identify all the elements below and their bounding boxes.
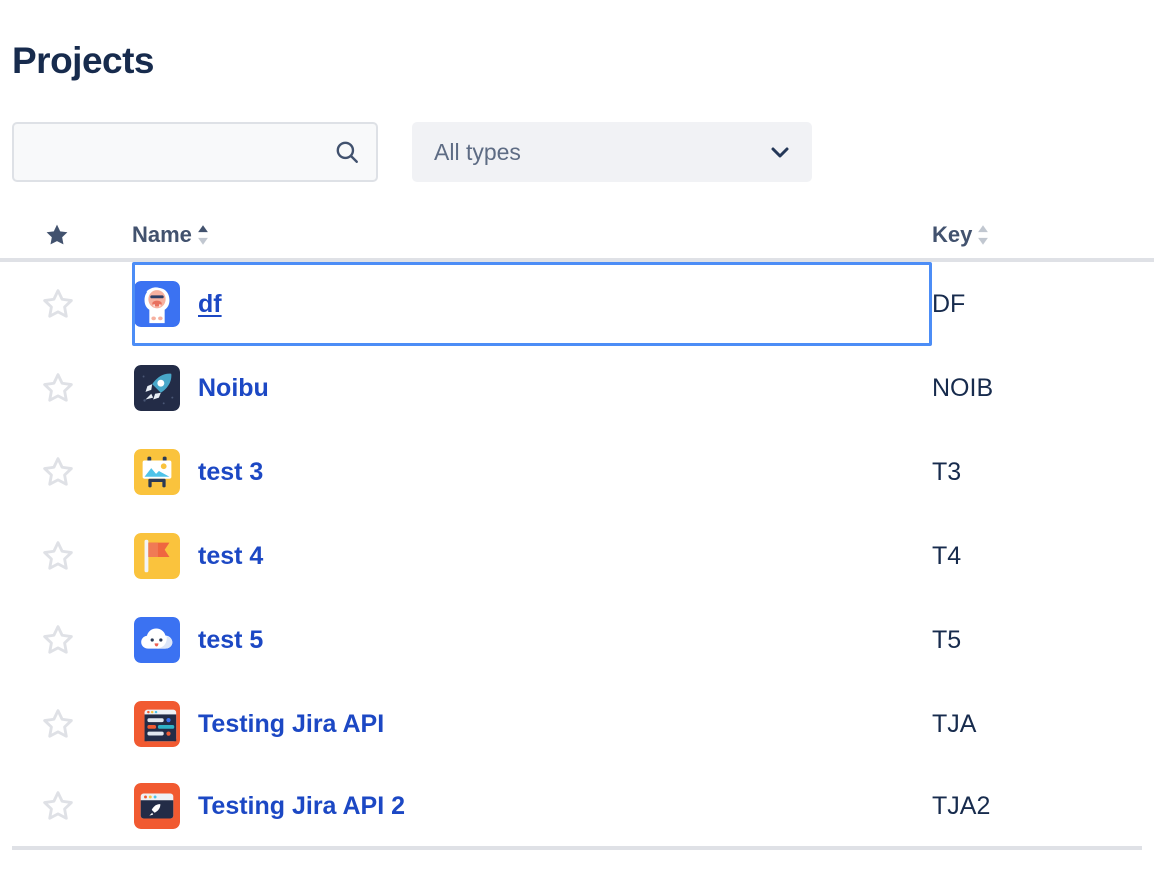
row-star-cell — [12, 454, 132, 490]
star-outline-icon — [40, 622, 76, 658]
column-header-star[interactable] — [12, 222, 132, 248]
column-header-key-label: Key — [932, 222, 972, 248]
column-header-name[interactable]: Name — [132, 222, 932, 248]
row-key-cell: NOIB — [932, 374, 1142, 403]
rocket-avatar-icon — [134, 365, 180, 411]
yeti-avatar-icon — [134, 281, 180, 327]
row-star-cell — [12, 370, 132, 406]
project-name-link[interactable]: Testing Jira API 2 — [198, 792, 405, 821]
filters-bar: All types — [12, 122, 812, 182]
table-row[interactable]: test 3 T3 — [12, 430, 1142, 514]
sort-arrows-icon — [976, 224, 990, 246]
red-flag-avatar-icon — [134, 533, 180, 579]
star-outline-icon — [40, 788, 76, 824]
row-name-cell[interactable]: df — [132, 262, 932, 346]
row-key-cell: DF — [932, 290, 1142, 319]
table-row[interactable]: df DF — [12, 262, 1142, 346]
happy-cloud-avatar-icon — [134, 617, 180, 663]
chevron-down-icon — [768, 140, 792, 164]
star-toggle-button[interactable] — [40, 370, 76, 406]
row-name-cell[interactable]: test 5 — [132, 598, 932, 682]
row-name-cell[interactable]: test 4 — [132, 514, 932, 598]
row-star-cell — [12, 706, 132, 742]
star-outline-icon — [40, 538, 76, 574]
star-outline-icon — [40, 286, 76, 322]
star-outline-icon — [40, 706, 76, 742]
star-toggle-button[interactable] — [40, 706, 76, 742]
star-toggle-button[interactable] — [40, 286, 76, 322]
row-name-cell[interactable]: test 3 — [132, 430, 932, 514]
project-name-link[interactable]: test 4 — [198, 542, 263, 571]
project-name-link[interactable]: Testing Jira API — [198, 710, 384, 739]
column-header-key[interactable]: Key — [932, 222, 1142, 248]
table-row[interactable]: test 4 T4 — [12, 514, 1142, 598]
type-filter-select[interactable]: All types — [412, 122, 812, 182]
project-name-link[interactable]: df — [198, 290, 222, 319]
browser-rocket-avatar-icon — [134, 783, 180, 829]
row-star-cell — [12, 622, 132, 658]
row-name-cell[interactable]: Testing Jira API 2 — [132, 764, 932, 848]
row-name-cell[interactable]: Testing Jira API — [132, 682, 932, 766]
projects-table: Name Key dfDFNoibuNOIBtest 3T — [0, 212, 1154, 850]
table-row[interactable]: Noibu NOIB — [12, 346, 1142, 430]
row-key-cell: T4 — [932, 542, 1142, 571]
projects-page: Projects All types — [0, 0, 1154, 894]
table-row[interactable]: Testing Jira API 2 TJA2 — [12, 766, 1142, 850]
type-filter-label: All types — [412, 139, 521, 166]
star-outline-icon — [40, 370, 76, 406]
project-name-link[interactable]: test 3 — [198, 458, 263, 487]
row-star-cell — [12, 788, 132, 824]
star-toggle-button[interactable] — [40, 538, 76, 574]
sort-arrows-icon — [196, 224, 210, 246]
row-star-cell — [12, 538, 132, 574]
table-body: df DF Noibu NOIB test 3 T3 test 4 T4 test 5 T5 Tes… — [0, 262, 1154, 850]
table-header-row: Name Key — [0, 212, 1154, 262]
project-name-link[interactable]: Noibu — [198, 374, 269, 403]
star-filled-icon — [44, 222, 70, 248]
row-name-cell[interactable]: Noibu — [132, 346, 932, 430]
row-key-cell: TJA2 — [932, 792, 1142, 821]
code-window-avatar-icon — [134, 701, 180, 747]
project-name-link[interactable]: test 5 — [198, 626, 263, 655]
column-header-name-label: Name — [132, 222, 192, 248]
row-star-cell — [12, 286, 132, 322]
star-outline-icon — [40, 454, 76, 490]
page-title: Projects — [12, 39, 154, 83]
easel-picture-avatar-icon — [134, 449, 180, 495]
search-box[interactable] — [12, 122, 378, 182]
row-key-cell: T3 — [932, 458, 1142, 487]
star-toggle-button[interactable] — [40, 788, 76, 824]
table-row[interactable]: Testing Jira API TJA — [12, 682, 1142, 766]
star-toggle-button[interactable] — [40, 454, 76, 490]
search-input[interactable] — [14, 124, 376, 180]
row-key-cell: TJA — [932, 710, 1142, 739]
row-key-cell: T5 — [932, 626, 1142, 655]
star-toggle-button[interactable] — [40, 622, 76, 658]
table-row[interactable]: test 5 T5 — [12, 598, 1142, 682]
